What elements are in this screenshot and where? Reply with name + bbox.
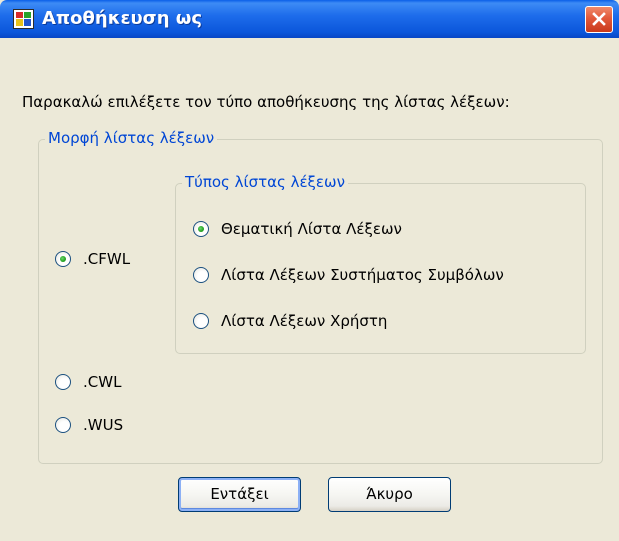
radio-cfwl-label: .CFWL — [83, 250, 131, 268]
title-bar[interactable]: Αποθήκευση ως — [0, 0, 619, 38]
radio-cwl-label: .CWL — [83, 373, 122, 391]
radio-symbol-system-list[interactable]: Λίστα Λέξεων Συστήματος Συμβόλων — [193, 266, 504, 284]
type-group-legend: Τύπος λίστας λέξεων — [182, 173, 348, 191]
radio-wus-label: .WUS — [83, 416, 124, 434]
cancel-button[interactable]: Άκυρο — [328, 477, 451, 512]
radio-user-list-label: Λίστα Λέξεων Χρήστη — [221, 312, 388, 330]
radio-cwl[interactable]: .CWL — [55, 373, 121, 391]
radio-cfwl-dot[interactable] — [55, 251, 71, 267]
format-group-legend: Μορφή λίστας λέξεων — [45, 129, 218, 147]
radio-thematic-list-dot[interactable] — [193, 221, 209, 237]
radio-wus-dot[interactable] — [55, 417, 71, 433]
ok-button[interactable]: Εντάξει — [178, 477, 301, 512]
radio-cfwl[interactable]: .CFWL — [55, 250, 130, 268]
radio-symbol-system-list-dot[interactable] — [193, 267, 209, 283]
window-title: Αποθήκευση ως — [42, 8, 203, 29]
app-icon — [13, 9, 34, 29]
close-icon — [592, 12, 606, 26]
save-as-dialog: Αποθήκευση ως Παρακαλώ επιλέξετε τον τύπ… — [0, 0, 619, 541]
radio-cwl-dot[interactable] — [55, 374, 71, 390]
close-button[interactable] — [585, 6, 613, 33]
radio-wus[interactable]: .WUS — [55, 416, 123, 434]
radio-symbol-system-list-label: Λίστα Λέξεων Συστήματος Συμβόλων — [221, 266, 504, 284]
instruction-text: Παρακαλώ επιλέξετε τον τύπο αποθήκευσης … — [22, 93, 510, 111]
radio-thematic-list-label: Θεματική Λίστα Λέξεων — [221, 220, 402, 238]
radio-thematic-list[interactable]: Θεματική Λίστα Λέξεων — [193, 220, 402, 238]
radio-user-list[interactable]: Λίστα Λέξεων Χρήστη — [193, 312, 387, 330]
radio-user-list-dot[interactable] — [193, 313, 209, 329]
